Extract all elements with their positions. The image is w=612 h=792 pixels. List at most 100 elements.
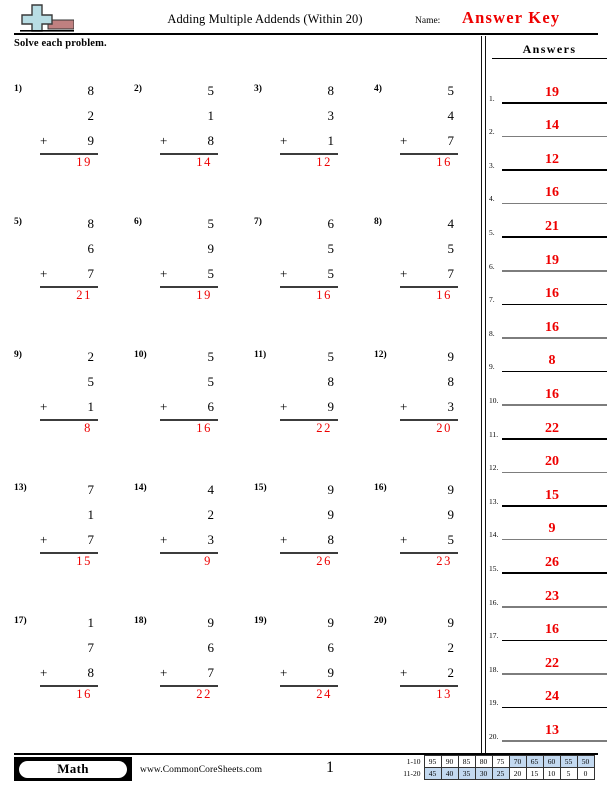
problem-cell: 19) 9 6 +9 24 bbox=[240, 610, 358, 730]
addend-second: 8 bbox=[447, 374, 455, 389]
problem-number: 5) bbox=[14, 217, 22, 227]
addend-row: 1 bbox=[146, 103, 224, 128]
score-cell: 85 bbox=[457, 755, 476, 768]
addend-row: +1 bbox=[266, 128, 344, 153]
addend-third: 9 bbox=[327, 665, 335, 680]
addend-stack: 8 3 +1 12 bbox=[266, 78, 344, 169]
addend-row: 2 bbox=[386, 635, 464, 660]
answer-item-number: 12. bbox=[489, 463, 499, 473]
addend-row: 7 bbox=[26, 477, 104, 502]
addend-first: 9 bbox=[327, 615, 335, 630]
answer-item-number: 8. bbox=[489, 328, 495, 338]
addend-second: 6 bbox=[327, 640, 335, 655]
answer-item-number: 19. bbox=[489, 698, 499, 708]
addend-second: 3 bbox=[327, 108, 335, 123]
addend-stack: 5 4 +7 16 bbox=[386, 78, 464, 169]
problem-cell: 8) 4 5 +7 16 bbox=[360, 211, 478, 331]
answer-list-item: 5. 21 bbox=[489, 204, 609, 238]
addend-row: 8 bbox=[26, 78, 104, 103]
score-cell: 0 bbox=[576, 767, 595, 780]
answer-value: 19 bbox=[76, 155, 92, 169]
answer-item-value: 19 bbox=[545, 84, 559, 100]
addend-third: 5 bbox=[207, 266, 215, 281]
addend-row: +7 bbox=[146, 660, 224, 685]
addend-second: 5 bbox=[87, 374, 95, 389]
answer-item-value: 22 bbox=[545, 420, 559, 436]
answer-list-item: 14. 9 bbox=[489, 507, 609, 541]
answer-value: 20 bbox=[436, 421, 452, 435]
answer-value: 26 bbox=[316, 554, 332, 568]
problem-number: 11) bbox=[254, 350, 267, 360]
answer-value: 23 bbox=[436, 554, 452, 568]
problem-cell: 10) 5 5 +6 16 bbox=[120, 344, 238, 464]
problem-cell: 6) 5 9 +5 19 bbox=[120, 211, 238, 331]
answer-list-item: 18. 22 bbox=[489, 641, 609, 675]
problem-number: 1) bbox=[14, 84, 22, 94]
problem-cell: 18) 9 6 +7 22 bbox=[120, 610, 238, 730]
addend-second: 6 bbox=[87, 241, 95, 256]
score-cell: 60 bbox=[542, 755, 561, 768]
answer-list-item: 11. 22 bbox=[489, 406, 609, 440]
answer-list-item: 16. 23 bbox=[489, 574, 609, 608]
problem-number: 14) bbox=[134, 483, 147, 493]
plus-operator-icon: + bbox=[160, 532, 168, 547]
addend-stack: 9 6 +9 24 bbox=[266, 610, 344, 701]
addend-row: +5 bbox=[146, 261, 224, 286]
answer-list-item: 20. 13 bbox=[489, 708, 609, 742]
addend-first: 4 bbox=[207, 482, 215, 497]
addend-first: 9 bbox=[447, 482, 455, 497]
addend-first: 6 bbox=[327, 216, 335, 231]
addend-third: 3 bbox=[447, 399, 455, 414]
problem-row: 13) 7 1 +7 15 14) 4 2 +3 9 15) 9 9 +8 26 16) 9 9 +5 23 bbox=[0, 477, 478, 610]
score-table-row: 11-20 45 40 35 30 25 20 15 10 5 0 bbox=[399, 767, 595, 780]
answer-list-item: 8. 16 bbox=[489, 305, 609, 339]
addend-first: 7 bbox=[87, 482, 95, 497]
problem-row: 9) 2 5 +1 8 10) 5 5 +6 16 11) 5 8 +9 22 12) 9 8 +3 20 bbox=[0, 344, 478, 477]
plus-operator-icon: + bbox=[400, 133, 408, 148]
answer-item-value: 13 bbox=[545, 722, 559, 738]
score-cell: 45 bbox=[423, 767, 442, 780]
addend-first: 9 bbox=[447, 349, 455, 364]
addend-row: +7 bbox=[26, 261, 104, 286]
answer-blank-line[interactable] bbox=[502, 740, 607, 742]
score-cell: 35 bbox=[457, 767, 476, 780]
answer-value: 24 bbox=[316, 687, 332, 701]
answer-value: 16 bbox=[436, 288, 452, 302]
addend-row: 9 bbox=[146, 236, 224, 261]
plus-operator-icon: + bbox=[400, 399, 408, 414]
addend-second: 9 bbox=[447, 507, 455, 522]
addend-third: 7 bbox=[87, 266, 95, 281]
addend-row: +5 bbox=[266, 261, 344, 286]
addend-row: 5 bbox=[266, 236, 344, 261]
answer-list-item: 13. 15 bbox=[489, 473, 609, 507]
addend-first: 8 bbox=[87, 216, 95, 231]
addend-first: 5 bbox=[207, 83, 215, 98]
answer-list-item: 9. 8 bbox=[489, 339, 609, 373]
answer-list-item: 6. 19 bbox=[489, 238, 609, 272]
addend-third: 9 bbox=[327, 399, 335, 414]
plus-operator-icon: + bbox=[160, 665, 168, 680]
problem-cell: 1) 8 2 +9 19 bbox=[0, 78, 118, 198]
problem-cell: 5) 8 6 +7 21 bbox=[0, 211, 118, 331]
addend-third: 8 bbox=[87, 665, 95, 680]
addend-row: 3 bbox=[266, 103, 344, 128]
answer-list-item: 15. 26 bbox=[489, 540, 609, 574]
plus-operator-icon: + bbox=[280, 133, 288, 148]
problem-number: 4) bbox=[374, 84, 382, 94]
problem-cell: 11) 5 8 +9 22 bbox=[240, 344, 358, 464]
answer-item-value: 23 bbox=[545, 588, 559, 604]
score-cell: 15 bbox=[525, 767, 544, 780]
addend-row: 8 bbox=[266, 369, 344, 394]
problem-number: 19) bbox=[254, 616, 267, 626]
answer-value: 8 bbox=[84, 421, 92, 435]
answer-item-number: 4. bbox=[489, 194, 495, 204]
answer-value: 9 bbox=[204, 554, 212, 568]
addend-row: 5 bbox=[386, 236, 464, 261]
addend-row: 6 bbox=[266, 211, 344, 236]
answer-item-value: 12 bbox=[545, 151, 559, 167]
page-number: 1 bbox=[326, 759, 334, 776]
answer-item-number: 1. bbox=[489, 93, 495, 103]
website-url[interactable]: www.CommonCoreSheets.com bbox=[140, 765, 262, 775]
addend-row: 6 bbox=[26, 236, 104, 261]
answer-list-item: 17. 16 bbox=[489, 608, 609, 642]
